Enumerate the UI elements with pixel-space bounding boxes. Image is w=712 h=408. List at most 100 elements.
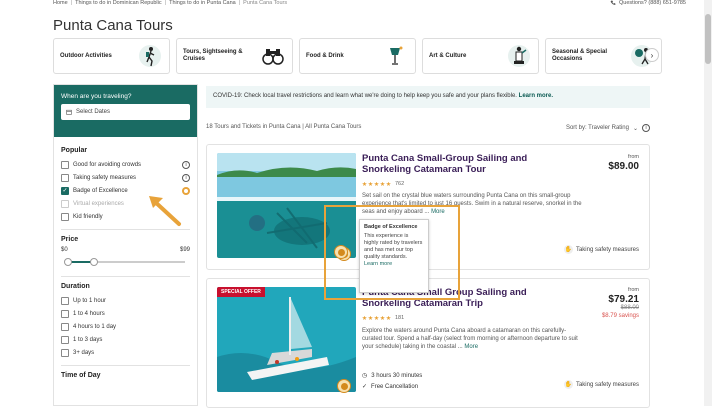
badge-of-excellence-icon[interactable] bbox=[337, 379, 351, 393]
divider bbox=[61, 365, 190, 366]
tooltip-title: Badge of Excellence bbox=[364, 224, 418, 230]
annotation-arrow-icon bbox=[149, 196, 181, 226]
filter-duration-up-to-1-hour[interactable]: Up to 1 hour bbox=[61, 294, 190, 307]
divider bbox=[61, 276, 190, 277]
filter-duration-3-plus-days[interactable]: 3+ days bbox=[61, 346, 190, 359]
contact-phone-text: Questions? (888) 651-9785 bbox=[619, 0, 686, 6]
price-min: $0 bbox=[61, 247, 68, 253]
filter-duration-1-to-3-days[interactable]: 1 to 3 days bbox=[61, 333, 190, 346]
filter-sidebar: When are you traveling? Select Dates Pop… bbox=[53, 84, 198, 406]
select-dates-input[interactable]: Select Dates bbox=[61, 104, 190, 120]
sort-dropdown[interactable]: Sort by: Traveler Rating ⌄ i bbox=[566, 124, 650, 132]
statue-icon bbox=[508, 45, 530, 67]
category-tours-sightseeing-cruises[interactable]: Tours, Sightseeing & Cruises bbox=[176, 38, 293, 74]
price-from-label: from bbox=[628, 287, 639, 293]
popular-title: Popular bbox=[61, 147, 88, 154]
filter-duration-4-hours-to-1-day[interactable]: 4 hours to 1 day bbox=[61, 320, 190, 333]
time-of-day-title: Time of Day bbox=[61, 372, 101, 379]
top-bar: Home | Things to do in Dominican Republic… bbox=[0, 0, 712, 12]
savings-text: $8.79 savings bbox=[601, 313, 639, 319]
check-icon: ✓ bbox=[362, 384, 368, 390]
checkbox[interactable] bbox=[61, 173, 69, 182]
filter-label: 3+ days bbox=[73, 349, 95, 356]
star-icon bbox=[374, 315, 379, 321]
price-slider[interactable] bbox=[64, 258, 185, 266]
breadcrumb-home[interactable]: Home bbox=[53, 0, 68, 6]
special-offer-badge: SPECIAL OFFER bbox=[217, 287, 265, 297]
safety-measures[interactable]: ✋ Taking safety measures bbox=[563, 245, 639, 254]
badge-of-excellence-icon[interactable] bbox=[334, 245, 348, 259]
page-scrollbar[interactable] bbox=[704, 0, 712, 406]
duration-title: Duration bbox=[61, 283, 90, 290]
star-icon bbox=[368, 181, 373, 187]
checkbox[interactable] bbox=[61, 309, 69, 318]
when-label: When are you traveling? bbox=[61, 93, 132, 100]
chevron-right-icon: › bbox=[650, 50, 654, 60]
category-label: Outdoor Activities bbox=[60, 52, 112, 59]
breadcrumb-current: Punta Cana Tours bbox=[243, 0, 288, 6]
rating-stars: 762 bbox=[362, 181, 404, 187]
info-icon[interactable]: i bbox=[642, 124, 650, 132]
category-food-drink[interactable]: Food & Drink bbox=[299, 38, 416, 74]
category-art-culture[interactable]: Art & Culture bbox=[422, 38, 539, 74]
page-title: Punta Cana Tours bbox=[53, 17, 173, 34]
breadcrumb-dominican-republic[interactable]: Things to do in Dominican Republic bbox=[75, 0, 162, 6]
carousel-next-button[interactable]: › bbox=[645, 48, 659, 62]
category-label: Food & Drink bbox=[306, 52, 344, 59]
slider-max-handle[interactable] bbox=[90, 258, 98, 266]
tour-price: $89.00 bbox=[608, 161, 639, 172]
star-icon bbox=[374, 181, 379, 187]
category-outdoor-activities[interactable]: Outdoor Activities bbox=[53, 38, 170, 74]
tour-image-catamaran[interactable]: SPECIAL OFFER bbox=[217, 287, 356, 392]
filter-good-for-avoiding-crowds[interactable]: Good for avoiding crowds i bbox=[61, 158, 190, 171]
tour-price: $79.21 bbox=[608, 294, 639, 305]
results-header: 18 Tours and Tickets in Punta Cana | All… bbox=[206, 124, 650, 132]
info-icon[interactable]: i bbox=[182, 173, 190, 182]
star-icon bbox=[368, 315, 373, 321]
slider-min-handle[interactable] bbox=[64, 258, 72, 266]
checkbox[interactable] bbox=[61, 322, 69, 331]
checkbox-disabled bbox=[61, 199, 69, 208]
checkbox[interactable] bbox=[61, 296, 69, 305]
checkbox[interactable] bbox=[61, 160, 69, 169]
date-picker-panel: When are you traveling? Select Dates bbox=[54, 85, 197, 137]
free-cancellation: ✓ Free Cancellation bbox=[362, 383, 418, 391]
tooltip-learn-more[interactable]: Learn more bbox=[364, 261, 424, 268]
breadcrumb-punta-cana[interactable]: Things to do in Punta Cana bbox=[169, 0, 236, 6]
filter-duration-1-to-4-hours[interactable]: 1 to 4 hours bbox=[61, 307, 190, 320]
star-icon bbox=[386, 315, 391, 321]
price-max: $99 bbox=[179, 247, 190, 253]
breadcrumb: Home | Things to do in Dominican Republic… bbox=[53, 0, 288, 6]
tour-duration: ◷ 3 hours 30 minutes bbox=[362, 372, 423, 380]
scrollbar-thumb[interactable] bbox=[705, 14, 711, 64]
checkbox[interactable] bbox=[61, 335, 69, 344]
safety-hand-icon: ✋ bbox=[563, 380, 573, 389]
filter-label: 1 to 4 hours bbox=[73, 310, 105, 317]
tooltip-body: This experience is highly rated by trave… bbox=[364, 233, 423, 260]
info-icon[interactable]: i bbox=[182, 160, 190, 169]
covid-banner: COVID-19: Check local travel restriction… bbox=[206, 86, 650, 108]
highlight-frame: Badge of Excellence This experience is h… bbox=[324, 205, 460, 300]
safety-label: Taking safety measures bbox=[575, 246, 639, 253]
star-icon bbox=[380, 315, 385, 321]
clock-icon: ◷ bbox=[362, 373, 368, 379]
safety-measures[interactable]: ✋ Taking safety measures bbox=[563, 380, 639, 389]
covid-learn-more-link[interactable]: Learn more. bbox=[519, 93, 553, 99]
calendar-icon bbox=[66, 109, 72, 115]
price-from-label: from bbox=[628, 154, 639, 160]
filter-taking-safety-measures[interactable]: Taking safety measures i bbox=[61, 171, 190, 184]
checkbox[interactable] bbox=[61, 348, 69, 357]
glass-icon bbox=[390, 46, 403, 65]
sort-label: Sort by: Traveler Rating bbox=[565, 125, 629, 131]
checkbox[interactable] bbox=[61, 212, 69, 221]
covid-banner-text: COVID-19: Check local travel restriction… bbox=[213, 93, 517, 99]
tour-title[interactable]: Punta Cana Small-Group Sailing and Snork… bbox=[362, 153, 562, 175]
more-link[interactable]: More bbox=[464, 344, 478, 350]
star-icon bbox=[362, 181, 367, 187]
duration-text: 3 hours 30 minutes bbox=[371, 372, 423, 379]
checkbox-checked[interactable]: ✓ bbox=[61, 186, 69, 195]
contact-phone[interactable]: Questions? (888) 651-9785 bbox=[610, 0, 686, 6]
chevron-down-icon: ⌄ bbox=[632, 125, 638, 132]
filter-label: 1 to 3 days bbox=[73, 336, 103, 343]
category-label: Seasonal & Special Occasions bbox=[552, 49, 608, 62]
